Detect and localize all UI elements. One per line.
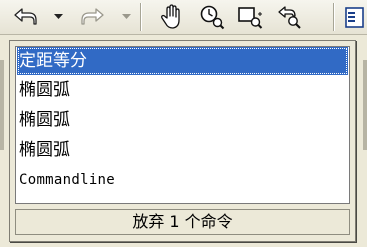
dropdown-arrow-icon — [121, 14, 131, 19]
list-item[interactable]: 椭圆弧 — [17, 106, 348, 134]
zoom-previous-button[interactable] — [274, 2, 306, 32]
list-item[interactable]: 椭圆弧 — [17, 136, 348, 164]
dropdown-arrow-icon — [53, 14, 63, 19]
toolbar-separator — [333, 3, 334, 31]
list-item[interactable]: 定距等分 — [17, 47, 348, 75]
undo-count-status: 放弃 1 个命令 — [15, 209, 350, 235]
background-edge-left — [0, 60, 4, 150]
list-item[interactable]: 椭圆弧 — [17, 76, 348, 104]
zoom-realtime-button[interactable] — [196, 2, 228, 32]
zoom-window-icon — [238, 7, 263, 29]
redo-button[interactable] — [70, 2, 116, 32]
redo-dropdown-button[interactable] — [118, 2, 134, 32]
toolbar-separator — [140, 3, 141, 31]
undo-history-list[interactable]: 定距等分 椭圆弧 椭圆弧 椭圆弧 Commandline — [15, 46, 350, 204]
background-edge-right — [363, 60, 367, 150]
redo-arrow-icon — [81, 8, 104, 25]
undo-arrow-icon — [14, 8, 37, 25]
zoom-clock-icon — [200, 5, 225, 30]
standard-toolbar — [0, 0, 367, 35]
pan-button[interactable] — [156, 2, 188, 32]
undo-dropdown-panel: 定距等分 椭圆弧 椭圆弧 椭圆弧 Commandline 放弃 1 个命令 — [9, 40, 356, 242]
properties-icon — [345, 7, 364, 28]
hand-icon — [161, 4, 180, 29]
list-item[interactable]: Commandline — [17, 166, 348, 194]
properties-button[interactable] — [342, 2, 367, 32]
undo-dropdown-button[interactable] — [50, 2, 66, 32]
zoom-previous-icon — [278, 6, 301, 29]
zoom-window-button[interactable] — [234, 2, 266, 32]
undo-button[interactable] — [2, 2, 48, 32]
